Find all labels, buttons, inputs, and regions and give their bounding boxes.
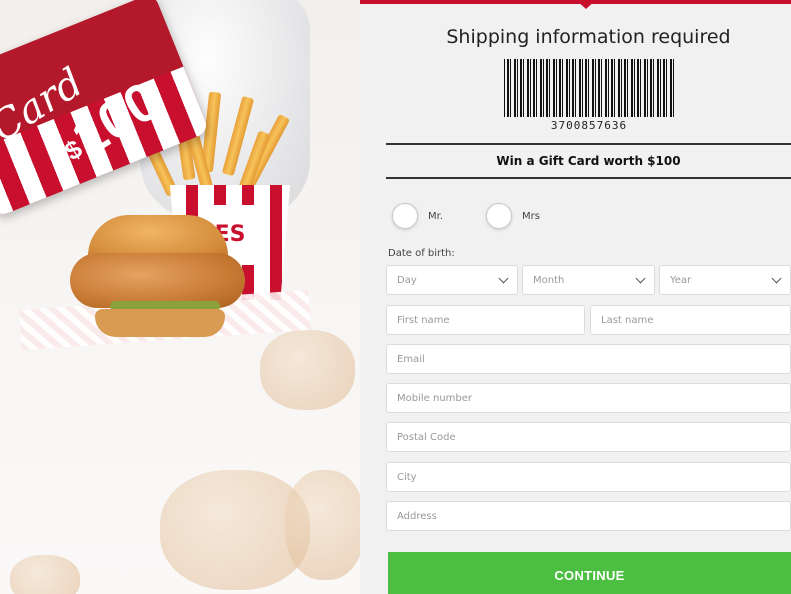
barcode-icon: [504, 59, 674, 117]
radio-mr[interactable]: Mr.: [392, 203, 443, 229]
nugget-image: [260, 330, 355, 410]
chevron-down-icon: [498, 273, 509, 284]
first-name-input[interactable]: [386, 305, 585, 335]
radio-mr-label: Mr.: [428, 210, 443, 222]
postal-code-input[interactable]: [386, 422, 791, 452]
chevron-down-icon: [635, 273, 646, 284]
radio-circle-icon[interactable]: [392, 203, 418, 229]
barcode-number: 3700857636: [550, 119, 628, 132]
radio-circle-icon[interactable]: [486, 203, 512, 229]
dob-day-value: Day: [397, 274, 417, 286]
top-notch-icon: [576, 0, 596, 9]
address-input[interactable]: [386, 501, 791, 531]
dob-year-value: Year: [670, 274, 692, 286]
dob-month-select[interactable]: Month: [522, 265, 655, 295]
dob-day-select[interactable]: Day: [386, 265, 518, 295]
page-title: Shipping information required: [446, 26, 731, 48]
promo-image: ES Card $100: [0, 0, 360, 594]
radio-mrs-label: Mrs: [522, 210, 540, 222]
continue-button[interactable]: CONTINUE: [388, 552, 791, 594]
last-name-input[interactable]: [590, 305, 791, 335]
burger-image: [70, 215, 245, 340]
shipping-form-panel: Shipping information required 3700857636…: [360, 0, 791, 594]
dob-label: Date of birth:: [388, 248, 455, 259]
email-input[interactable]: [386, 344, 791, 374]
nugget-image: [10, 555, 80, 594]
dob-year-select[interactable]: Year: [659, 265, 791, 295]
dob-month-value: Month: [533, 274, 565, 286]
radio-mrs[interactable]: Mrs: [486, 203, 540, 229]
chevron-down-icon: [771, 273, 782, 284]
prize-banner: Win a Gift Card worth $100: [386, 143, 791, 179]
nugget-image: [285, 470, 360, 580]
city-input[interactable]: [386, 462, 791, 492]
mobile-number-input[interactable]: [386, 383, 791, 413]
